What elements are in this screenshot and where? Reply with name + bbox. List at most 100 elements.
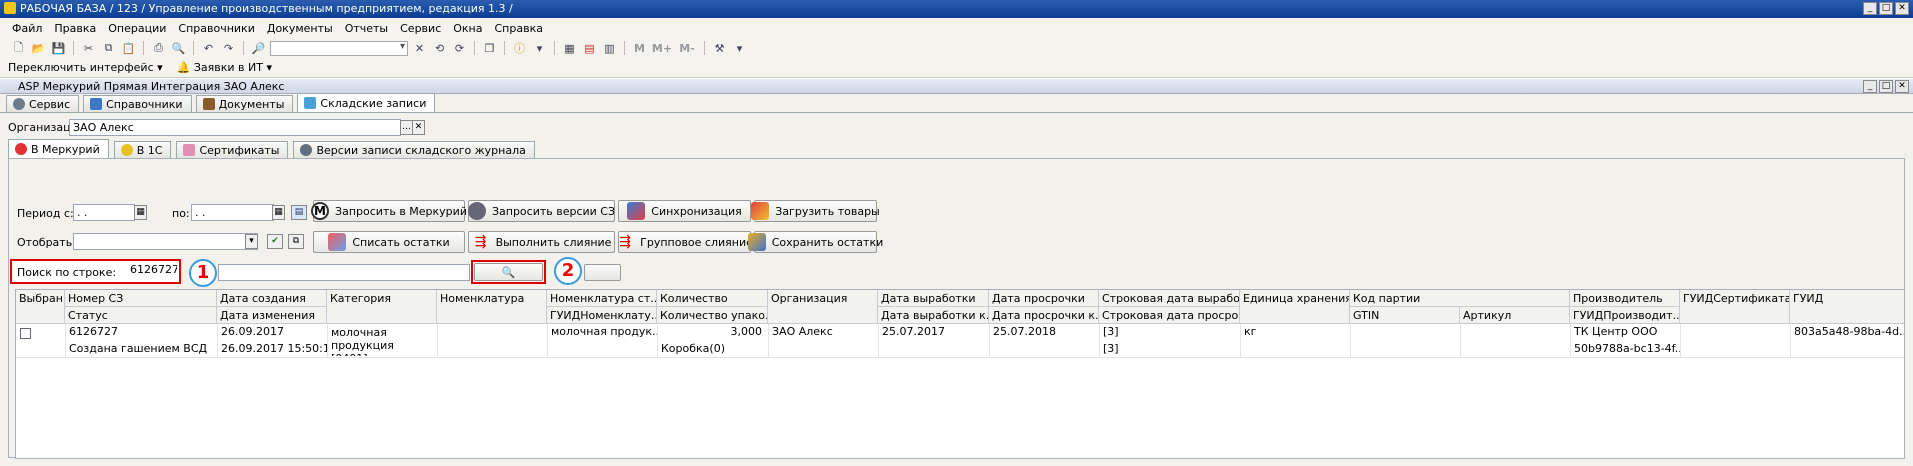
col-gtin[interactable]: GTIN (1350, 307, 1460, 324)
query-mercury-button[interactable]: M Запросить в Меркурий (311, 200, 467, 222)
col-string-expiry-date[interactable]: Строковая дата просроч... (1099, 307, 1240, 324)
windows-icon[interactable]: ❐ (481, 40, 498, 56)
switch-interface-button[interactable]: Переключить интерфейс ▾ (8, 61, 163, 74)
tab-catalogs[interactable]: Справочники (83, 95, 192, 112)
period-from-input[interactable]: . . (73, 204, 135, 221)
print-preview-icon[interactable]: 🔍 (170, 40, 187, 56)
form-maximize-button[interactable]: □ (1879, 80, 1893, 93)
print-icon[interactable]: ⎙ (150, 40, 167, 56)
menu-service[interactable]: Сервис (400, 22, 441, 35)
col-quantity[interactable]: Количество (657, 290, 768, 307)
table-row[interactable]: 6126727 26.09.2017 молочная продукция [0… (16, 324, 1904, 358)
col-expiry-date-end[interactable]: Дата просрочки к... (989, 307, 1099, 324)
tab-documents[interactable]: Документы (195, 95, 294, 112)
close-button[interactable]: ✕ (1895, 2, 1909, 15)
clear-search-icon[interactable]: ✕ (411, 40, 428, 56)
maximize-button[interactable]: □ (1879, 2, 1893, 15)
new-document-icon[interactable]: 🗋 (10, 40, 27, 56)
col-created-date[interactable]: Дата создания (217, 290, 327, 307)
menu-reports[interactable]: Отчеты (345, 22, 388, 35)
search-extra-input[interactable] (218, 264, 470, 281)
form-minimize-button[interactable]: _ (1863, 80, 1877, 93)
col-nomenclature-guid[interactable]: ГУИДНоменклату... (547, 307, 657, 324)
col-modified-date[interactable]: Дата изменения (217, 307, 327, 324)
col-category[interactable]: Категория (327, 290, 437, 324)
col-production-date-end[interactable]: Дата выработки к... (878, 307, 989, 324)
dropdown-arrow-icon[interactable]: ▾ (731, 40, 748, 56)
memory-plus-icon[interactable]: M+ (651, 40, 673, 56)
period-to-input[interactable]: . . (191, 204, 274, 221)
form-close-button[interactable]: ✕ (1895, 80, 1909, 93)
merge-button[interactable]: ⇶ Выполнить слияние (468, 231, 615, 253)
find-button[interactable]: 🔍 (474, 263, 543, 281)
select-filter-dropdown-icon[interactable]: ▾ (245, 234, 258, 249)
tools-icon[interactable]: ⚒ (711, 40, 728, 56)
minimize-button[interactable]: _ (1863, 2, 1877, 15)
col-expiry-date[interactable]: Дата просрочки (989, 290, 1099, 307)
sync-button[interactable]: Синхронизация (618, 200, 751, 222)
col-production-date[interactable]: Дата выработки (878, 290, 989, 307)
open-folder-icon[interactable]: 📂 (30, 40, 47, 56)
tab-warehouse-records[interactable]: Складские записи (297, 93, 436, 112)
global-search-combo[interactable] (270, 40, 408, 56)
col-package-quantity[interactable]: Количество упако... (657, 307, 768, 324)
menu-file[interactable]: Файл (12, 22, 42, 35)
clipboard-icon[interactable]: ▥ (601, 40, 618, 56)
menu-operations[interactable]: Операции (108, 22, 166, 35)
copy-filter-icon[interactable]: ⧉ (288, 234, 304, 249)
info-icon[interactable]: ⓘ (511, 40, 528, 56)
paste-icon[interactable]: 📋 (120, 40, 137, 56)
tab-to-1c[interactable]: В 1С (113, 141, 172, 158)
col-organization[interactable]: Организация (768, 290, 878, 324)
it-requests-button[interactable]: 🔔 Заявки в ИТ ▾ (177, 61, 272, 74)
select-filter-combo[interactable] (73, 233, 258, 250)
find-previous-icon[interactable]: ⟳ (451, 40, 468, 56)
dropdown-arrow-icon[interactable]: ▾ (531, 40, 548, 56)
col-string-production-date[interactable]: Строковая дата вырабо... (1099, 290, 1240, 307)
undo-icon[interactable]: ↶ (200, 40, 217, 56)
col-certificate-guid[interactable]: ГУИДСертификата (1680, 290, 1790, 324)
write-off-button[interactable]: Списать остатки (313, 231, 465, 253)
organization-field[interactable]: ЗАО Алекс (69, 119, 401, 136)
memory-m-icon[interactable]: M (631, 40, 648, 56)
menu-windows[interactable]: Окна (453, 22, 482, 35)
col-manufacturer-guid[interactable]: ГУИДПроизводит... (1570, 307, 1680, 324)
save-rest-button[interactable]: Сохранить остатки (747, 231, 883, 253)
col-record-number[interactable]: Номер СЗ (65, 290, 217, 307)
menu-catalogs[interactable]: Справочники (178, 22, 254, 35)
memory-minus-icon[interactable]: M- (676, 40, 698, 56)
col-article[interactable]: Артикул (1460, 307, 1570, 324)
col-manufacturer[interactable]: Производитель (1570, 290, 1680, 307)
find-next-icon[interactable]: ⟲ (431, 40, 448, 56)
menu-edit[interactable]: Правка (54, 22, 96, 35)
menu-help[interactable]: Справка (495, 22, 543, 35)
group-merge-button[interactable]: ⇶ Групповое слияние (618, 231, 753, 253)
query-versions-button[interactable]: Запросить версии СЗ (467, 200, 615, 222)
col-status[interactable]: Статус (65, 307, 217, 324)
copy-icon[interactable]: ⧉ (100, 40, 117, 56)
organization-clear-button[interactable]: ✕ (412, 120, 425, 135)
calculator-icon[interactable]: ▦ (561, 40, 578, 56)
calendar-icon[interactable]: ▤ (581, 40, 598, 56)
redo-icon[interactable]: ↷ (220, 40, 237, 56)
tab-record-versions[interactable]: Версии записи складского журнала (293, 141, 535, 158)
row-select-checkbox[interactable] (20, 328, 31, 339)
tab-to-mercury[interactable]: В Меркурий (8, 139, 109, 158)
tab-certificates[interactable]: Сертификаты (176, 141, 289, 158)
tab-service[interactable]: Сервис (6, 95, 80, 112)
search-string-value[interactable]: 6126727 (127, 262, 177, 279)
cut-icon[interactable]: ✂ (80, 40, 97, 56)
secondary-find-button[interactable] (584, 264, 621, 281)
load-goods-button[interactable]: Загрузить товары (751, 200, 880, 222)
period-from-calendar-icon[interactable]: ▦ (134, 205, 147, 220)
period-to-calendar-icon[interactable]: ▦ (272, 205, 285, 220)
col-batch-code[interactable]: Код партии (1350, 290, 1570, 307)
menu-documents[interactable]: Документы (267, 22, 333, 35)
period-select-icon[interactable]: ▤ (291, 205, 307, 220)
col-nomenclature-std[interactable]: Номенклатура ст... (547, 290, 657, 307)
col-guid[interactable]: ГУИД (1790, 290, 1904, 324)
col-selected[interactable]: Выбран (16, 290, 65, 324)
col-storage-unit[interactable]: Единица хранения (1240, 290, 1350, 324)
apply-filter-icon[interactable]: ✔ (267, 234, 283, 249)
col-nomenclature[interactable]: Номенклатура (437, 290, 547, 324)
